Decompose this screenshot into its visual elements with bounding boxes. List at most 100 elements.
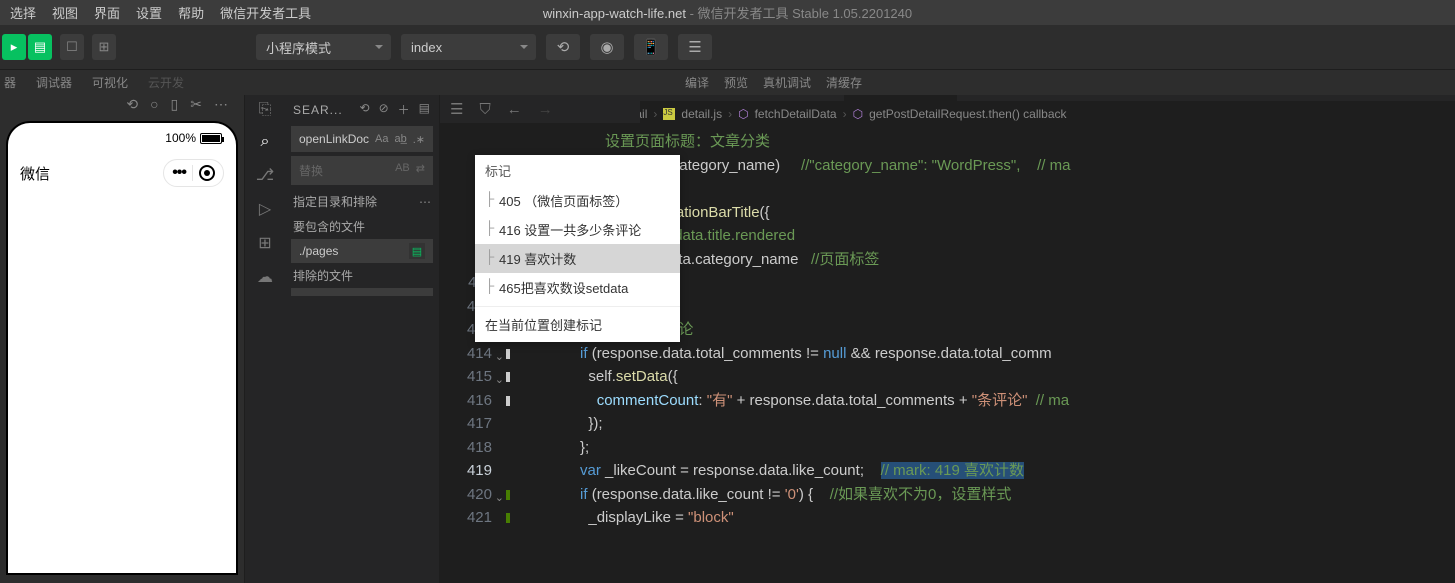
exclude-input[interactable] [291, 288, 433, 296]
bookmark-item[interactable]: 419 喜欢计数 [475, 244, 680, 273]
sim-more-icon[interactable]: ⋯ [214, 96, 228, 113]
include-label: 要包含的文件 [285, 216, 439, 237]
fold-icon[interactable]: ⌄ [495, 487, 504, 511]
capsule-button[interactable]: ••• [163, 159, 224, 187]
action-clear[interactable]: 清缓存 [826, 74, 862, 91]
book-icon[interactable]: ▤ [409, 243, 425, 259]
preserve-case-icon[interactable]: AB [395, 162, 410, 179]
popup-create-mark[interactable]: 在当前位置创建标记 [475, 306, 680, 342]
code-line[interactable]: }); [530, 412, 1455, 436]
compile-button[interactable]: ⟲ [546, 34, 580, 60]
action-remote[interactable]: 真机调试 [763, 74, 811, 91]
mode-dropdown[interactable]: 小程序模式 [256, 34, 391, 60]
whole-word-icon[interactable]: ab̲ [394, 133, 406, 146]
left-tool-label-4[interactable]: 云开发 [144, 74, 188, 91]
explorer-icon[interactable]: ⎘ [259, 101, 272, 119]
code-line[interactable]: _displayLike = "block" [530, 506, 1455, 530]
fold-icon[interactable]: ⌄ [495, 369, 504, 393]
code-line[interactable]: 设置页面标题：文章分类 [530, 130, 1455, 154]
extensions-icon[interactable]: ⊞ [258, 233, 271, 253]
debug-icon[interactable]: ▷ [259, 199, 271, 219]
tab-detail-wxml[interactable]: ‹›detail.wxml [957, 95, 1069, 101]
editor-toggle-button[interactable]: ▤ [28, 34, 52, 60]
scope-label[interactable]: 指定目录和排除 [293, 193, 377, 210]
tab-detail-js[interactable]: JSdetail.js× [844, 95, 956, 101]
gutter-mark [506, 396, 510, 406]
ed-menu-icon[interactable]: ☰ [450, 100, 463, 118]
tab-index-wxml[interactable]: ‹›index.wxml [732, 95, 844, 101]
line-number [440, 130, 492, 154]
toolbar-labels: 器 调试器 可视化 云开发 编译 预览 真机调试 清缓存 [0, 70, 1455, 95]
sim-device-icon[interactable]: ▯ [171, 96, 179, 113]
capsule-close-icon[interactable] [199, 165, 215, 181]
code-line[interactable]: if (response.data.total_comments != null… [530, 342, 1455, 366]
bookmarks-popup: 标记 405 （微信页面标签）416 设置一共多少条评论419 喜欢计数465把… [475, 155, 680, 342]
search-header: SEAR... [293, 103, 343, 117]
cloud-icon[interactable]: ☁ [257, 267, 273, 287]
code-line[interactable]: commentCount: "有" + response.data.total_… [530, 389, 1455, 413]
bookmark-item[interactable]: 405 （微信页面标签） [475, 186, 680, 215]
page-dropdown[interactable]: index [401, 34, 536, 60]
menu-devtools[interactable]: 微信开发者工具 [220, 3, 311, 22]
line-number: 421 [440, 506, 492, 530]
left-tool-label-3[interactable]: 可视化 [88, 74, 132, 91]
crumb-file[interactable]: detail.js [681, 107, 722, 121]
left-tool-label-1[interactable]: 器 [0, 74, 20, 91]
sim-cut-icon[interactable]: ✂ [190, 96, 202, 113]
search-refresh-icon[interactable]: ⟲ [360, 101, 371, 118]
menu-interface[interactable]: 界面 [94, 3, 120, 22]
simulator-toggle-button[interactable]: ▸ [2, 34, 26, 60]
line-number: 416 [440, 389, 492, 413]
replace-all-icon[interactable]: ⇄ [416, 162, 425, 179]
crumb-func1[interactable]: fetchDetailData [755, 107, 837, 121]
search-newfile-icon[interactable]: ＋ [398, 101, 411, 118]
code-line[interactable]: if (response.data.like_count != '0') { /… [530, 483, 1455, 507]
remote-debug-button[interactable]: 📱 [634, 34, 668, 60]
js-file-icon: JS [663, 108, 675, 120]
crumb-func2[interactable]: getPostDetailRequest.then() callback [869, 107, 1066, 121]
line-number: 419 [440, 459, 492, 483]
exclude-label: 排除的文件 [285, 265, 439, 286]
search-input[interactable]: openLinkDoc Aa ab̲ .∗ [291, 126, 433, 152]
title-bar: 选择 视图 界面 设置 帮助 微信开发者工具 winxin-app-watch-… [0, 0, 1455, 25]
search-panel: SEAR... ⟲ ⊘ ＋ ▤ openLinkDoc Aa ab̲ .∗ 替换… [285, 95, 440, 583]
tab-config-js[interactable]: JSconfig.js [1203, 95, 1299, 101]
main-toolbar: ▸ ▤ ☐ ⊞ 小程序模式 index ⟲ ◉ 📱 ☰ [0, 25, 1455, 70]
menu-help[interactable]: 帮助 [178, 3, 204, 22]
include-input[interactable]: ./pages ▤ [291, 239, 433, 263]
ed-back-icon[interactable]: ← [507, 101, 522, 118]
tab-index-js[interactable]: JSindex.js [640, 95, 732, 101]
line-number: 418 [440, 436, 492, 460]
left-tool-label-2[interactable]: 调试器 [32, 74, 76, 91]
regex-icon[interactable]: .∗ [413, 133, 425, 146]
layout-button-2[interactable]: ⊞ [92, 34, 116, 60]
search-input-value: openLinkDoc [299, 132, 369, 146]
tab-copyright-wxml[interactable]: ‹›copyright.wxml [1069, 95, 1203, 101]
layout-button-1[interactable]: ☐ [60, 34, 84, 60]
ed-bookmark-icon[interactable]: ⛉ [479, 101, 490, 118]
ed-fwd-icon[interactable]: → [538, 101, 553, 118]
bookmark-item[interactable]: 465把喜欢数设setdata [475, 273, 680, 302]
sim-refresh-icon[interactable]: ⟲ [126, 96, 138, 113]
clear-cache-button[interactable]: ☰ [678, 34, 712, 60]
capsule-more-icon[interactable]: ••• [172, 164, 186, 182]
replace-input[interactable]: 替换 AB ⇄ [291, 156, 433, 185]
code-line[interactable]: }; [530, 436, 1455, 460]
search-collapse-icon[interactable]: ▤ [419, 101, 431, 118]
fold-icon[interactable]: ⌄ [495, 346, 504, 370]
match-case-icon[interactable]: Aa [375, 133, 388, 146]
sim-circle-icon[interactable]: ○ [150, 96, 158, 112]
search-icon[interactable]: ⌕ [261, 133, 270, 151]
action-preview[interactable]: 预览 [724, 74, 748, 91]
action-compile[interactable]: 编译 [685, 74, 709, 91]
code-line[interactable]: self.setData({ [530, 365, 1455, 389]
search-clear-icon[interactable]: ⊘ [379, 101, 390, 118]
menu-select[interactable]: 选择 [10, 3, 36, 22]
menu-settings[interactable]: 设置 [136, 3, 162, 22]
code-line[interactable]: var _likeCount = response.data.like_coun… [530, 459, 1455, 483]
preview-button[interactable]: ◉ [590, 34, 624, 60]
source-control-icon[interactable]: ⎇ [256, 165, 274, 185]
scope-more-icon[interactable]: ⋯ [419, 195, 431, 209]
bookmark-item[interactable]: 416 设置一共多少条评论 [475, 215, 680, 244]
menu-view[interactable]: 视图 [52, 3, 78, 22]
